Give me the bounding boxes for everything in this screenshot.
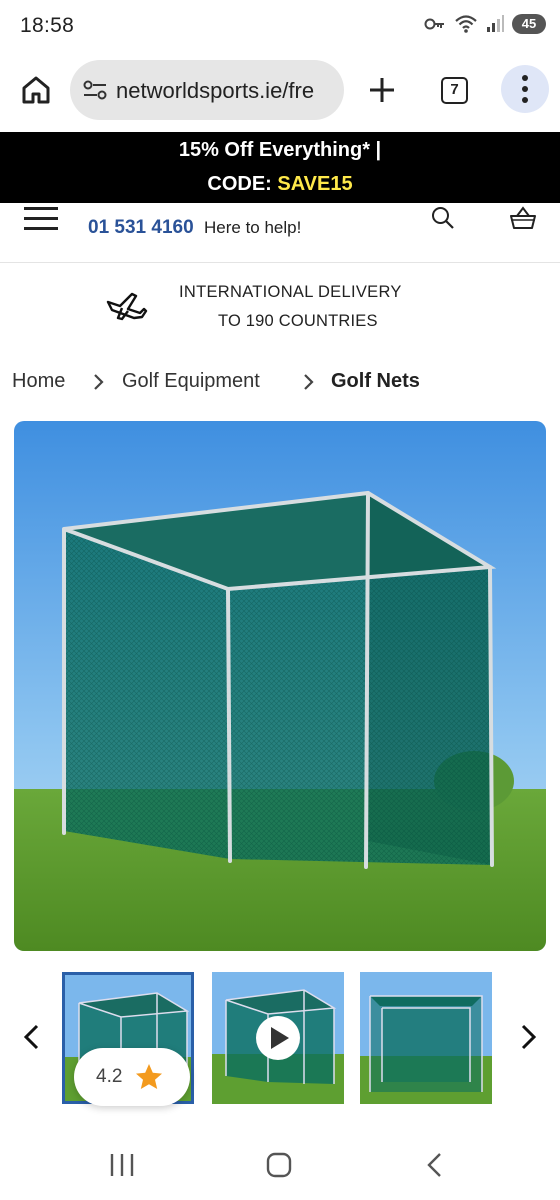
address-bar[interactable]: networldsports.ie/fre	[70, 60, 344, 120]
recent-apps-icon[interactable]	[108, 1152, 136, 1178]
status-bar: 18:58 45	[0, 0, 560, 56]
product-image[interactable]	[14, 421, 546, 951]
chevron-left-icon[interactable]	[20, 1022, 44, 1052]
chevron-right-icon[interactable]	[516, 1022, 540, 1052]
plus-icon[interactable]	[364, 72, 400, 108]
battery-icon: 45	[512, 14, 546, 34]
delivery-info[interactable]: INTERNATIONAL DELIVERY TO 190 COUNTRIES	[0, 280, 560, 340]
delivery-line2: TO 190 COUNTRIES	[218, 312, 378, 330]
rating-badge[interactable]: 4.2	[74, 1048, 190, 1106]
play-icon[interactable]	[256, 1016, 300, 1060]
chevron-right-icon	[304, 374, 314, 390]
promo-code-label: CODE:	[207, 173, 278, 195]
back-icon[interactable]	[424, 1152, 446, 1178]
key-icon	[424, 18, 444, 30]
search-icon[interactable]	[430, 205, 456, 231]
chevron-right-icon	[94, 374, 104, 390]
signal-icon	[487, 15, 504, 32]
help-text: Here to help!	[204, 218, 302, 237]
plane-icon	[106, 292, 148, 321]
status-time: 18:58	[20, 14, 75, 37]
thumbnail-golf-net-video[interactable]	[212, 972, 344, 1104]
phone-number[interactable]: 01 531 4160	[88, 217, 194, 239]
thumbnail-golf-net-rear[interactable]	[360, 972, 492, 1104]
delivery-line1: INTERNATIONAL DELIVERY	[179, 283, 402, 301]
promo-banner[interactable]: 15% Off Everything* | CODE: SAVE15	[0, 132, 560, 203]
promo-code: SAVE15	[277, 173, 353, 195]
promo-line1: 15% Off Everything* |	[178, 139, 382, 161]
tabs-icon[interactable]: 7	[441, 77, 468, 104]
wifi-icon	[455, 15, 477, 33]
android-nav-bar	[0, 1128, 560, 1200]
basket-icon[interactable]	[508, 205, 538, 231]
rating-value: 4.2	[96, 1066, 123, 1087]
site-header: 01 531 4160 Here to help!	[0, 203, 560, 263]
star-icon	[136, 1064, 162, 1089]
browser-toolbar: networldsports.ie/fre 7	[0, 56, 560, 132]
home-circle-icon[interactable]	[266, 1152, 292, 1178]
status-icons: 45	[424, 14, 546, 34]
breadcrumb-golf-equipment[interactable]: Golf Equipment	[122, 370, 260, 393]
url-text[interactable]: networldsports.ie/fre	[116, 78, 336, 104]
menu-icon[interactable]	[24, 207, 58, 231]
breadcrumb-golf-nets: Golf Nets	[331, 370, 420, 392]
promo-line2: CODE: SAVE15	[0, 173, 560, 196]
tune-icon[interactable]	[82, 78, 108, 102]
home-icon[interactable]	[18, 72, 54, 108]
more-vert-icon[interactable]	[501, 65, 549, 113]
breadcrumb-home[interactable]: Home	[12, 370, 65, 393]
